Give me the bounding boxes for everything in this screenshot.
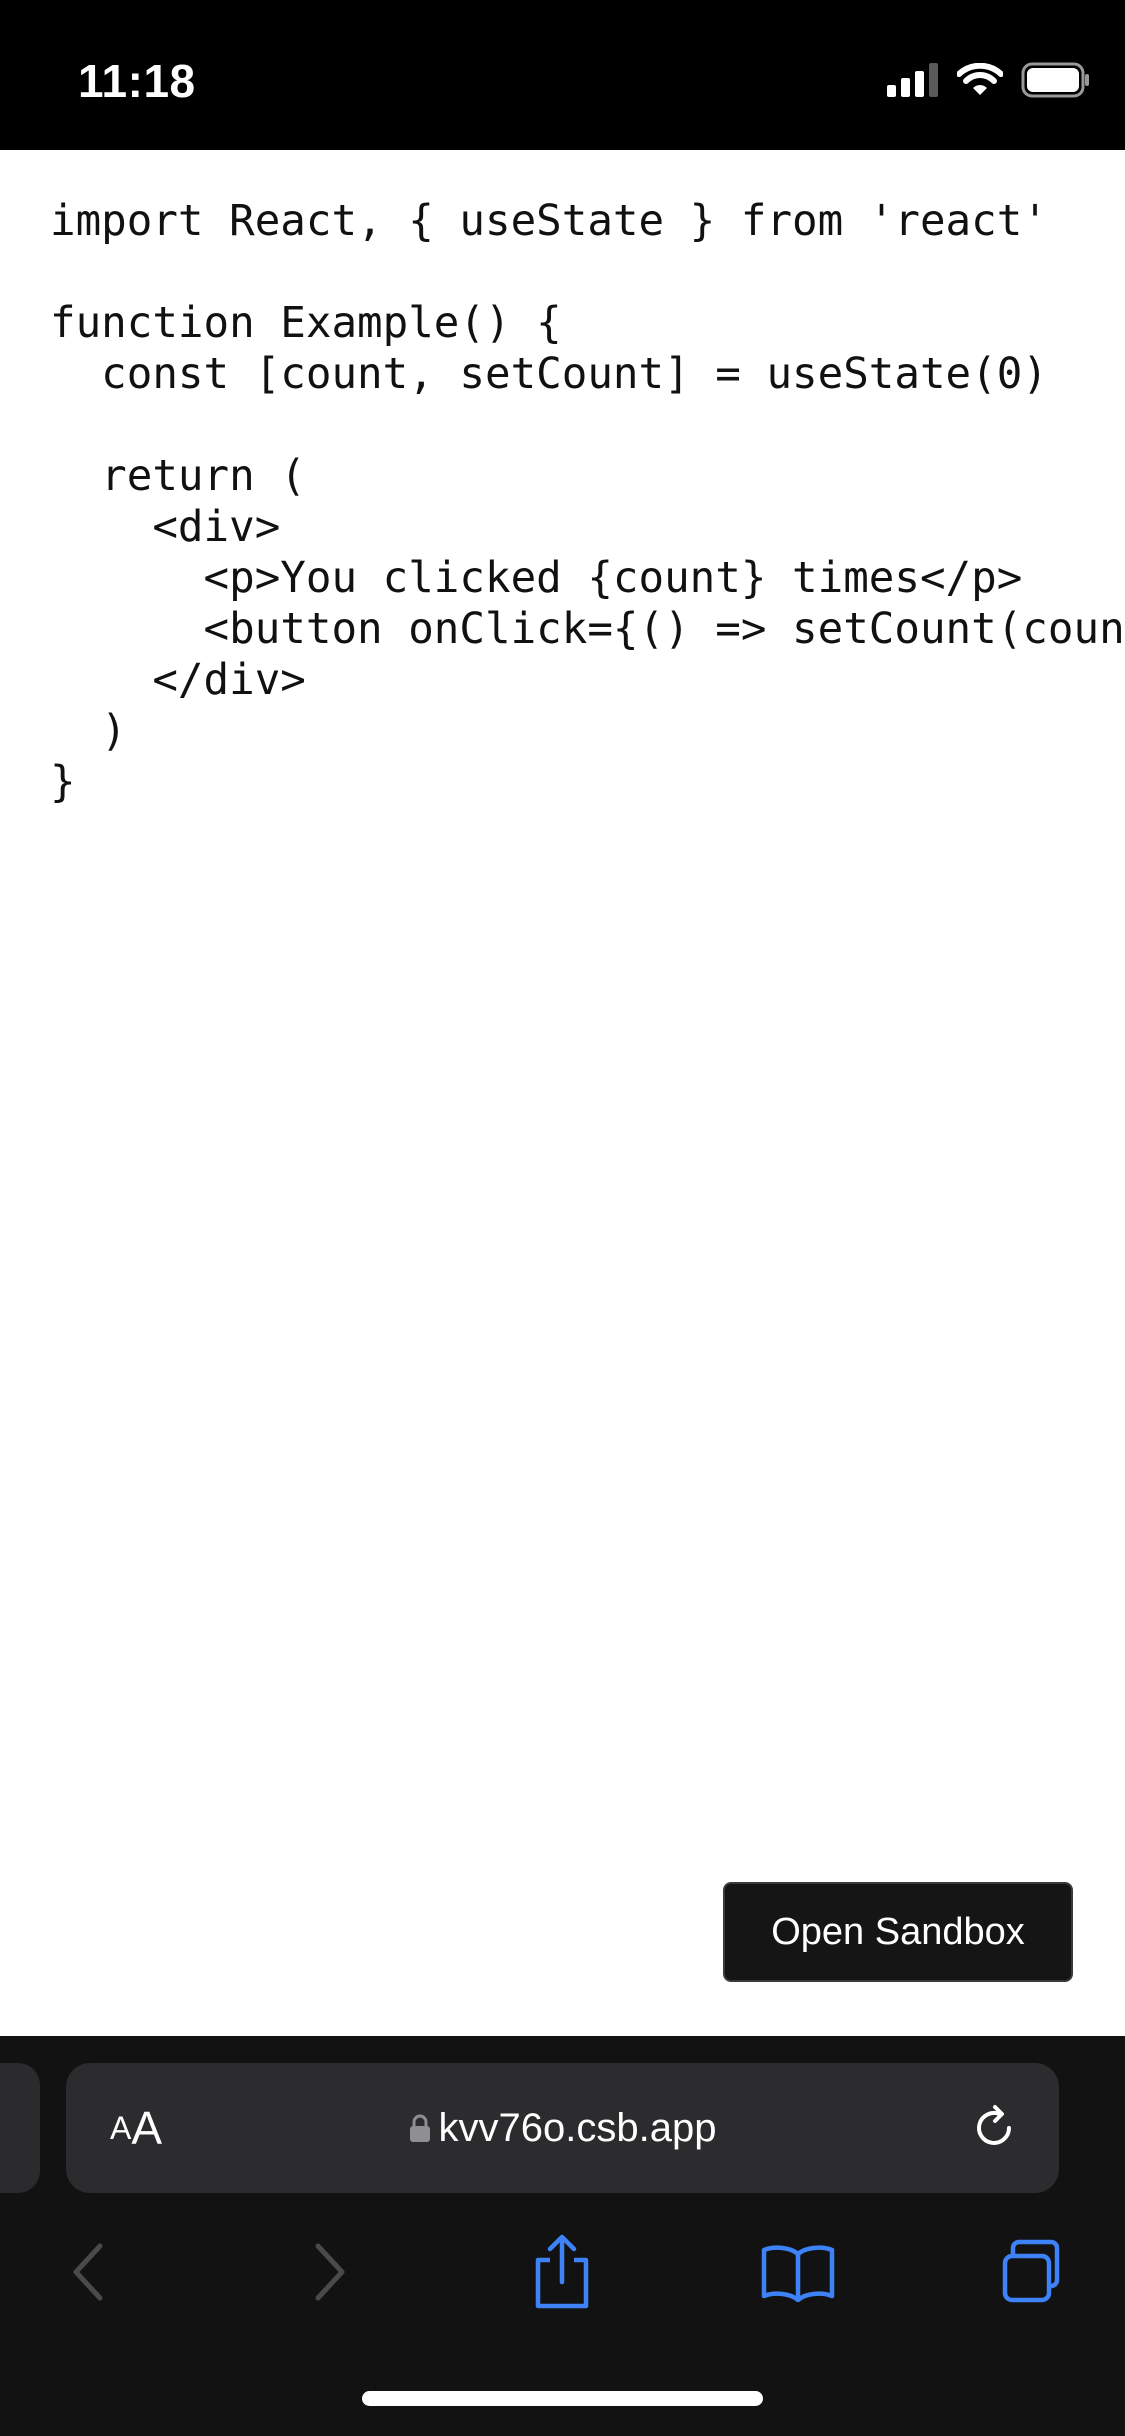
back-icon xyxy=(73,2243,103,2301)
url-text: kvv76o.csb.app xyxy=(438,2105,717,2150)
back-button[interactable] xyxy=(38,2222,138,2322)
status-icons xyxy=(887,60,1091,100)
address-bar[interactable]: AA kvv76o.csb.app xyxy=(66,2063,1059,2193)
url-group: kvv76o.csb.app xyxy=(66,2063,1059,2193)
reader-label-small: A xyxy=(110,2109,132,2146)
status-bar: 11:18 xyxy=(0,0,1125,150)
reader-settings-button[interactable]: AA xyxy=(110,2063,162,2193)
open-sandbox-button[interactable]: Open Sandbox xyxy=(723,1882,1073,1982)
share-icon xyxy=(535,2234,589,2309)
battery-icon xyxy=(1021,62,1089,98)
bookmarks-button[interactable] xyxy=(748,2222,848,2322)
bookmarks-icon xyxy=(761,2245,835,2302)
code-line: return ( xyxy=(50,452,306,501)
forward-button[interactable] xyxy=(280,2222,380,2322)
reader-label-big: A xyxy=(131,2102,163,2154)
reload-icon[interactable] xyxy=(967,2101,1021,2155)
code-line: <p>You clicked {count} times</p> xyxy=(50,554,1023,603)
tabs-icon xyxy=(1002,2239,1060,2303)
cellular-signal-icon xyxy=(887,63,938,97)
tabs-button[interactable] xyxy=(984,2222,1084,2322)
home-indicator[interactable] xyxy=(362,2391,763,2406)
browser-toolbar xyxy=(0,2222,1125,2342)
forward-icon xyxy=(315,2243,345,2301)
previous-tab-preview[interactable] xyxy=(0,2063,40,2193)
code-line: ) xyxy=(50,707,127,756)
code-line: import React, { useState } from 'react' xyxy=(50,197,1048,246)
code-block: import React, { useState } from 'react' f… xyxy=(50,196,1125,808)
code-line: </div> xyxy=(50,656,306,705)
lock-icon xyxy=(409,2114,430,2142)
code-line: <button onClick={() => setCount(count + … xyxy=(203,605,1125,654)
status-time: 11:18 xyxy=(78,55,196,107)
web-content: import React, { useState } from 'react' f… xyxy=(0,150,1125,2036)
code-line: function Example() { xyxy=(50,299,562,348)
share-button[interactable] xyxy=(512,2222,612,2322)
browser-chrome: AA kvv76o.csb.app xyxy=(0,2036,1125,2436)
code-line: const [count, setCount] = useState(0) xyxy=(50,350,1048,399)
code-line: } xyxy=(50,758,76,807)
code-line: <div> xyxy=(50,503,281,552)
wifi-icon xyxy=(957,63,1003,95)
